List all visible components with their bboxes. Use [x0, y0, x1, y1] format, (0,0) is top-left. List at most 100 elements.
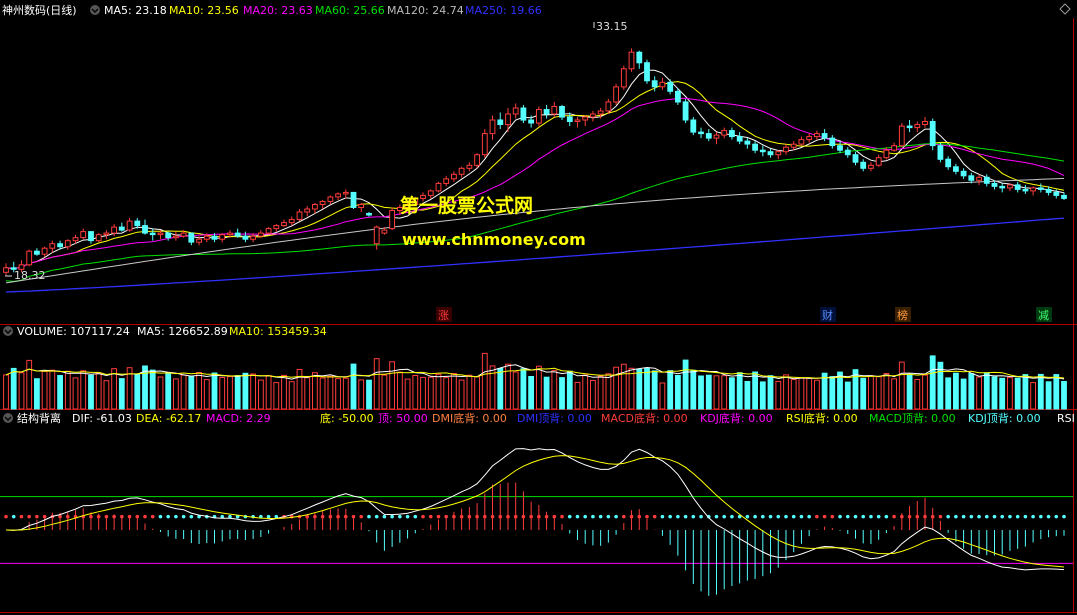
volume-bar [26, 359, 33, 410]
candle-up [659, 81, 666, 88]
divergence-dot [1039, 514, 1043, 519]
candle-down [350, 191, 357, 208]
candle-down [636, 51, 643, 64]
divergence-dot [359, 514, 364, 519]
volume-bar [319, 377, 326, 410]
event-marker-rise[interactable]: 涨 [438, 309, 449, 322]
divergence-dot [815, 514, 819, 519]
candle-up [1007, 184, 1013, 189]
volume-bar [752, 371, 759, 410]
volume-bar [1007, 377, 1013, 410]
candle-down [682, 101, 689, 121]
candle-down [852, 154, 859, 163]
divergence-dot [992, 514, 997, 519]
volume-bar [682, 359, 689, 410]
divergence-dot [900, 514, 904, 519]
divergence-dot [676, 514, 680, 519]
volume-bar [929, 355, 936, 410]
candle-down [366, 213, 372, 216]
candle-up [64, 240, 71, 248]
volume-bar [265, 375, 272, 410]
divergence-dot [1054, 514, 1059, 519]
candle-up [95, 234, 102, 242]
volume-bar [713, 375, 720, 410]
candle-down [906, 125, 913, 129]
volume-bar [644, 367, 650, 410]
volume-bar [790, 379, 797, 410]
divergence-dot [683, 514, 688, 519]
candle-down [968, 175, 975, 181]
divergence-dot [645, 514, 649, 519]
volume-bar [829, 376, 836, 410]
volume-bar [350, 363, 357, 410]
volume-bar [118, 378, 125, 410]
price-panel-header: 神州数码(日线) MA5: 23.18 MA10: 23.56 MA20: 23… [2, 3, 1071, 17]
volume-bar [721, 375, 728, 410]
chevron-down-icon[interactable] [3, 326, 13, 336]
divergence-dot [313, 514, 317, 519]
volume-bar [88, 374, 94, 410]
volume-bar [597, 375, 604, 410]
divergence-dot [444, 514, 448, 519]
candle-up [620, 68, 627, 88]
event-marker-ranking[interactable]: 榜 [897, 308, 908, 322]
divergence-dot [428, 514, 433, 519]
volume-bar [698, 375, 704, 410]
candle-down [528, 119, 535, 124]
volume-bar [381, 374, 388, 410]
volume-bar [273, 382, 280, 410]
divergence-dot [1046, 514, 1051, 519]
divergence-dot [915, 514, 920, 519]
candle-down [844, 149, 851, 156]
divergence-dot [537, 514, 541, 519]
watermark: 第一股票公式网 www.chnmoney.com [400, 194, 586, 249]
event-marker-reduce[interactable]: 减 [1038, 309, 1049, 322]
divergence-dot [166, 514, 170, 519]
ma120-label: MA120: 24.74 [387, 4, 464, 17]
chevron-down-icon[interactable] [90, 5, 100, 15]
volume-bar [690, 369, 697, 410]
candle-down [705, 133, 712, 139]
candle-up [273, 225, 280, 230]
candle-down [953, 166, 959, 172]
event-marker-finance[interactable]: 财 [822, 308, 833, 322]
candle-up [389, 210, 396, 230]
divergence-dot [506, 514, 510, 519]
divergence-dot [467, 514, 472, 519]
candle-down [644, 62, 650, 82]
divergence-dot [42, 514, 47, 519]
divergence-dot [27, 514, 31, 519]
candle-up [721, 130, 728, 136]
divergence-dot [892, 514, 896, 519]
volume-bar [976, 376, 983, 410]
divergence-dot [954, 514, 958, 519]
divergence-dot [830, 514, 835, 519]
watermark-title: 第一股票公式网 [400, 194, 533, 217]
divergence-dot [351, 514, 356, 519]
candle-up [536, 109, 542, 124]
candle-down [821, 133, 828, 139]
candle-up [265, 228, 272, 234]
candle-down [149, 232, 156, 236]
volume-bar [814, 379, 820, 410]
volume-bar [196, 372, 202, 410]
chevron-down-icon[interactable] [3, 413, 13, 423]
volume-bar [443, 377, 450, 410]
candle-up [597, 110, 604, 115]
divergence-dot [1031, 514, 1035, 519]
volume-bar [111, 368, 117, 410]
divergence-dot [11, 514, 16, 519]
divergence-dot [575, 514, 580, 519]
diamond-icon[interactable] [1059, 3, 1071, 15]
ma10-label: MA10: 23.56 [169, 4, 239, 17]
volume-bar [219, 377, 226, 410]
volume-bar [566, 370, 573, 410]
candle-up [512, 107, 519, 115]
divergence-dot [459, 514, 464, 519]
divergence-dot [398, 514, 402, 519]
candle-up [489, 119, 496, 135]
volume-bar [57, 375, 64, 410]
divergence-dot [560, 514, 564, 519]
volume-bar [1037, 373, 1044, 410]
candle-down [543, 109, 550, 115]
